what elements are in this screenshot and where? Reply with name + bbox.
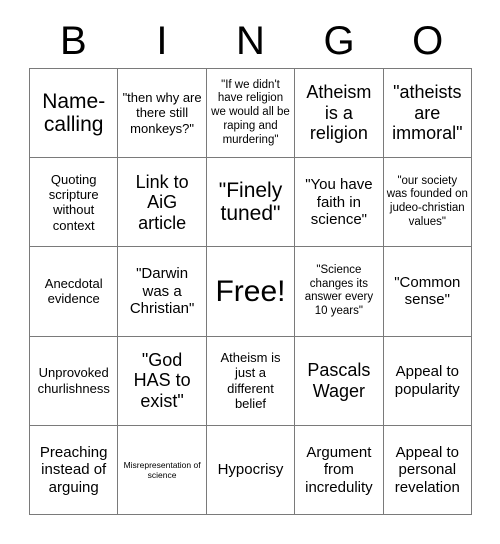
bingo-cell-label: Name-calling <box>42 89 106 137</box>
bingo-cell-label: "God HAS to exist" <box>133 349 191 411</box>
bingo-cell[interactable]: Hypocrisy <box>206 425 296 515</box>
bingo-grid: Name-calling "then why are there still mo… <box>29 68 472 515</box>
bingo-cell[interactable]: Name-calling <box>30 69 119 159</box>
bingo-cell[interactable]: "Science changes its answer every 10 yea… <box>295 247 384 337</box>
bingo-cell-label: "You have faith in science" <box>305 176 373 228</box>
bingo-header-letter-n: N <box>236 19 265 63</box>
bingo-cell-label: Atheism is a religion <box>306 82 372 144</box>
bingo-cell-label: "Science changes its answer every 10 yea… <box>304 263 374 318</box>
bingo-cell-label: Appeal to popularity <box>394 363 460 398</box>
bingo-cell-label: "Finely tuned" <box>218 178 283 226</box>
bingo-cell-label: Appeal to personal revelation <box>394 443 460 496</box>
bingo-cell-label: Preaching instead of arguing <box>39 443 108 496</box>
bingo-cell[interactable]: Pascals Wager <box>295 336 384 426</box>
bingo-header-letter-i: I <box>156 19 168 63</box>
bingo-cell[interactable]: "God HAS to exist" <box>118 336 207 426</box>
bingo-header-letter-o: O <box>412 19 444 63</box>
bingo-cell-label: Atheism is just a different belief <box>220 350 281 412</box>
bingo-cell[interactable]: Atheism is just a different belief <box>206 336 296 426</box>
bingo-card: B I N G O Name-calling "then why are there st… <box>0 0 500 544</box>
bingo-cell-label: "our society was founded on judeo-christ… <box>386 174 468 229</box>
bingo-cell-label: "atheists are immoral" <box>392 82 463 144</box>
bingo-cell-label: "Common sense" <box>394 274 461 309</box>
bingo-cell-label: Anecdotal evidence <box>44 276 103 307</box>
bingo-cell-label: Quoting scripture without context <box>48 171 99 233</box>
bingo-cell[interactable]: Atheism is a religion <box>295 69 384 159</box>
bingo-cell-label: Hypocrisy <box>217 461 284 479</box>
bingo-cell[interactable]: Link to AiG article <box>118 158 207 248</box>
bingo-cell[interactable]: "Darwin was a Christian" <box>118 247 207 337</box>
bingo-cell-label: Unprovoked churlishness <box>37 365 110 396</box>
bingo-cell[interactable]: "our society was founded on judeo-christ… <box>383 158 472 248</box>
bingo-cell[interactable]: Appeal to popularity <box>383 336 472 426</box>
bingo-cell[interactable]: Argument from incredulity <box>295 425 384 515</box>
bingo-cell-label: Argument from incredulity <box>305 443 373 496</box>
bingo-cell[interactable]: "then why are there still monkeys?" <box>118 69 207 159</box>
bingo-free-cell[interactable]: Free! <box>206 247 296 337</box>
bingo-header-letter-g: G <box>323 19 355 63</box>
bingo-cell[interactable]: "You have faith in science" <box>295 158 384 248</box>
bingo-cell[interactable]: Quoting scripture without context <box>30 158 119 248</box>
bingo-header: BINGO <box>29 14 472 68</box>
bingo-cell[interactable]: Unprovoked churlishness <box>30 336 119 426</box>
bingo-cell-label: Pascals Wager <box>307 360 371 401</box>
bingo-cell[interactable]: "If we didn't have religion we would all… <box>206 69 296 159</box>
bingo-cell-label: Free! <box>215 274 286 308</box>
bingo-cell[interactable]: "atheists are immoral" <box>383 69 472 159</box>
bingo-cell-label: Link to AiG article <box>135 171 189 233</box>
bingo-cell[interactable]: Preaching instead of arguing <box>30 425 119 515</box>
bingo-cell-label: "then why are there still monkeys?" <box>122 90 202 136</box>
bingo-cell-label: "If we didn't have religion we would all… <box>211 78 290 146</box>
bingo-cell[interactable]: "Common sense" <box>383 247 472 337</box>
bingo-cell-label: Misrepresentation of science <box>123 459 201 480</box>
bingo-cell-label: "Darwin was a Christian" <box>129 265 195 318</box>
bingo-cell[interactable]: Misrepresentation of science <box>118 425 207 515</box>
bingo-cell[interactable]: Appeal to personal revelation <box>383 425 472 515</box>
bingo-cell[interactable]: "Finely tuned" <box>206 158 296 248</box>
bingo-cell[interactable]: Anecdotal evidence <box>30 247 119 337</box>
bingo-header-letter-b: B <box>59 19 87 63</box>
